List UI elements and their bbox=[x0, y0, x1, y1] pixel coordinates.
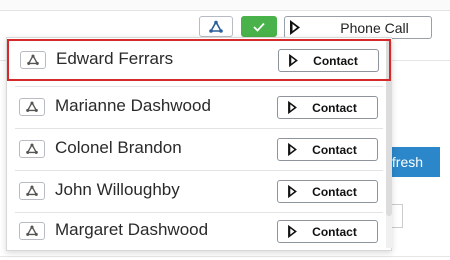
triangle-people-icon bbox=[26, 101, 38, 112]
dynamics-logo-icon bbox=[286, 17, 304, 38]
contact-name: Marianne Dashwood bbox=[55, 96, 211, 115]
user-badge bbox=[20, 51, 46, 69]
contact-label: Contact bbox=[312, 100, 357, 115]
user-badge bbox=[19, 140, 45, 158]
dynamics-logo-icon bbox=[284, 184, 300, 199]
phone-call-label: Phone Call bbox=[340, 19, 409, 36]
triangle-people-icon bbox=[26, 185, 38, 196]
triangle-people-icon bbox=[27, 54, 39, 65]
contact-button[interactable]: Contact bbox=[278, 49, 379, 72]
contact-label: Contact bbox=[312, 142, 357, 157]
contact-label: Contact bbox=[313, 53, 358, 68]
divider bbox=[0, 256, 450, 257]
list-item[interactable]: John Willoughby Contact bbox=[7, 170, 385, 212]
contact-label: Contact bbox=[312, 224, 357, 239]
contact-button[interactable]: Contact bbox=[277, 138, 378, 161]
confirm-button[interactable] bbox=[241, 16, 277, 37]
contact-name: Colonel Brandon bbox=[55, 138, 182, 157]
dynamics-logo-icon bbox=[284, 224, 300, 239]
checkmark-icon bbox=[253, 22, 265, 32]
list-item[interactable]: Edward Ferrars Contact bbox=[7, 39, 391, 81]
dynamics-logo-icon bbox=[285, 53, 301, 68]
list-item[interactable]: Marianne Dashwood Contact bbox=[7, 86, 385, 128]
dynamics-logo-icon bbox=[284, 142, 300, 157]
dynamics-logo-icon bbox=[284, 100, 300, 115]
contact-name: John Willoughby bbox=[55, 180, 180, 199]
contact-label: Contact bbox=[312, 184, 357, 199]
triangle-people-icon bbox=[26, 225, 38, 236]
contact-button[interactable]: Contact bbox=[277, 180, 378, 203]
background-input[interactable] bbox=[392, 204, 403, 228]
list-item[interactable]: Margaret Dashwood Contact bbox=[7, 212, 385, 250]
user-badge bbox=[19, 182, 45, 200]
user-badge bbox=[19, 98, 45, 116]
contact-dropdown: Edward Ferrars Contact Marianne Dashwood… bbox=[6, 37, 392, 251]
contact-button[interactable]: Contact bbox=[277, 220, 378, 243]
app-top-bar bbox=[0, 0, 450, 11]
phone-call-button[interactable]: Phone Call bbox=[284, 16, 432, 39]
contact-name: Edward Ferrars bbox=[56, 49, 174, 68]
triangle-people-icon bbox=[26, 143, 38, 154]
list-item[interactable]: Colonel Brandon Contact bbox=[7, 128, 385, 170]
contact-name: Margaret Dashwood bbox=[55, 220, 209, 239]
user-badge bbox=[19, 222, 45, 240]
contact-button[interactable]: Contact bbox=[277, 96, 378, 119]
user-lookup-button[interactable] bbox=[199, 16, 233, 37]
triangle-people-icon bbox=[209, 19, 223, 33]
